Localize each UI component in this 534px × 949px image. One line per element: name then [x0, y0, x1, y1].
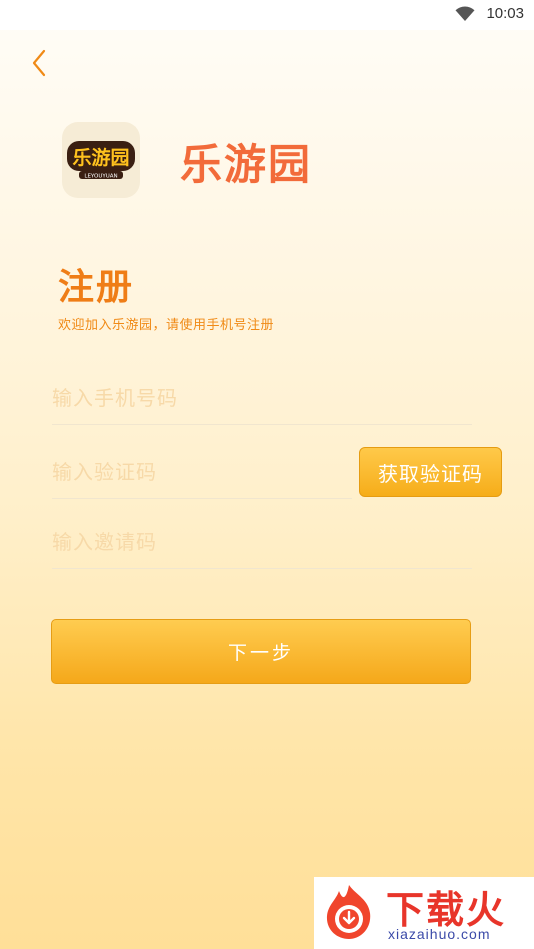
flame-download-icon — [326, 885, 371, 939]
app-name: 乐游园 — [180, 140, 313, 189]
invite-code-field — [52, 516, 472, 569]
app-logo: 乐游园 LEYOUYUAN — [62, 122, 140, 198]
status-time: 10:03 — [486, 5, 524, 22]
phone-input[interactable] — [52, 372, 472, 424]
verification-code-input[interactable] — [52, 446, 352, 498]
get-code-button[interactable]: 获取验证码 — [359, 447, 502, 497]
app-logo-graphic: 乐游园 LEYOUYUAN — [67, 141, 135, 180]
watermark: 下载火 xiazaihuo.com — [314, 877, 534, 949]
back-button[interactable] — [26, 48, 52, 78]
page-title: 注册 — [58, 267, 135, 308]
app-logo-subtext: LEYOUYUAN — [84, 174, 117, 180]
verification-code-field — [52, 446, 352, 499]
page-subtitle: 欢迎加入乐游园，请使用手机号注册 — [58, 318, 275, 333]
invite-code-input[interactable] — [52, 516, 472, 568]
next-button[interactable]: 下一步 — [51, 619, 471, 684]
app-logo-text: 乐游园 — [72, 146, 129, 169]
chevron-left-icon — [32, 49, 46, 77]
watermark-url: xiazaihuo.com — [388, 926, 491, 942]
status-bar: 10:03 — [0, 0, 534, 30]
phone-field — [52, 372, 472, 425]
wifi-icon — [455, 6, 475, 22]
